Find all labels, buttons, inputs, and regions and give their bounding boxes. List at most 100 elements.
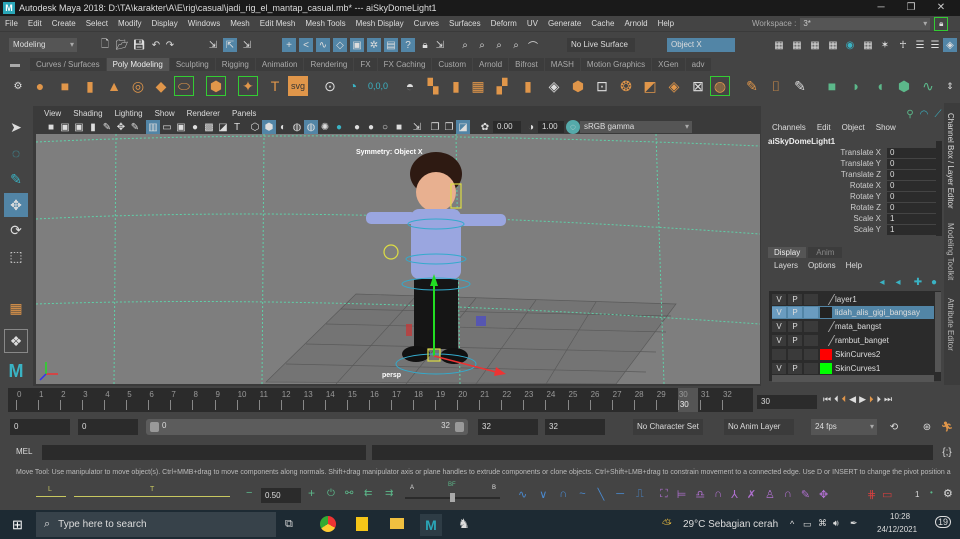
play-forwards-icon[interactable]: ▶	[859, 394, 866, 405]
poly-cone-icon[interactable]: ▲	[104, 76, 124, 96]
insert-edge-loop-icon[interactable]: ⌷	[766, 76, 786, 96]
snap-vertex-icon[interactable]: ✲	[367, 38, 381, 52]
smooth-proxy-icon[interactable]: ◍	[710, 76, 730, 96]
channel-menu-object[interactable]: Object	[842, 123, 865, 132]
boolean-icon[interactable]: ◓	[400, 76, 420, 96]
viewport-menu-view[interactable]: View	[38, 108, 67, 120]
target-weld-icon[interactable]: ⊠	[688, 76, 708, 96]
snap-surface-icon[interactable]: ▣	[350, 38, 364, 52]
side-tab-channel-box[interactable]: Channel Box / Layer Editor	[946, 113, 955, 209]
help-icon[interactable]: ?	[401, 38, 415, 52]
menu-display[interactable]: Display	[147, 19, 183, 28]
channel-menu-edit[interactable]: Edit	[817, 123, 831, 132]
new-scene-icon[interactable]: 🗋	[98, 38, 112, 52]
lasso-tool-icon[interactable]: ◌	[4, 141, 28, 165]
move-cross-icon[interactable]: ✥	[819, 488, 828, 501]
clock-time[interactable]: 10:28	[890, 512, 910, 521]
curve-spline-icon[interactable]: ∿	[518, 488, 527, 501]
scale-tool-icon[interactable]: ⬚	[4, 244, 28, 268]
play-backwards-icon[interactable]: ◀	[849, 394, 856, 405]
curve-arch-icon[interactable]: ∩	[559, 488, 567, 501]
minimize-button[interactable]: ─	[866, 0, 896, 16]
range-end-handle[interactable]	[455, 422, 464, 432]
use-all-lights-icon[interactable]: ✺	[318, 120, 332, 134]
layer-playback-toggle[interactable]: P	[788, 321, 802, 332]
layer-visibility-toggle[interactable]: V	[772, 294, 786, 305]
weather-icon[interactable]: ⛅︎	[662, 517, 672, 532]
layer-color-swatch[interactable]	[816, 294, 836, 305]
menu-modify[interactable]: Modify	[113, 19, 147, 28]
shelf-tab-sculpting[interactable]: Sculpting	[169, 58, 215, 71]
channel-row[interactable]: Scale Y 1	[763, 225, 943, 236]
xray-joints-icon[interactable]: ❐	[442, 120, 456, 134]
poly-cube-icon[interactable]: ■	[55, 76, 75, 96]
settings-gear-icon[interactable]: ⚙	[943, 487, 953, 500]
shelf-tab-curves-surfaces[interactable]: Curves / Surfaces	[30, 58, 106, 71]
workspace-dropdown[interactable]: 3* ▾	[800, 17, 931, 30]
depth-of-field-icon[interactable]: ■	[392, 120, 406, 134]
make-live-icon[interactable]: ⌒	[526, 38, 540, 53]
shelf-menu-icon[interactable]: ▬	[10, 59, 20, 70]
menu-uv[interactable]: UV	[522, 19, 543, 28]
redo-icon[interactable]: ↷	[163, 38, 177, 52]
channel-row[interactable]: Rotate Y 0	[763, 192, 943, 203]
menu-mesh[interactable]: Mesh	[225, 19, 255, 28]
range-start-handle[interactable]	[150, 422, 159, 432]
menu-mesh-tools[interactable]: Mesh Tools	[300, 19, 350, 28]
layer-visibility-toggle[interactable]: V	[772, 363, 786, 374]
select-component-icon[interactable]: ⇲	[240, 38, 254, 52]
playback-start-field[interactable]: 0	[78, 419, 138, 435]
pencil-icon[interactable]: ✎	[801, 488, 810, 501]
bridge-icon[interactable]: ◈	[544, 76, 564, 96]
mel-label[interactable]: MEL	[16, 447, 32, 456]
triangulate-icon[interactable]: ◩	[640, 76, 660, 96]
layer-playback-toggle[interactable]: P	[788, 335, 802, 346]
colorspace-dropdown[interactable]: sRGB gamma ▾	[580, 121, 692, 133]
channel-box-toggle-icon[interactable]: ◈	[943, 38, 957, 52]
channel-box-icon[interactable]: ⚲	[903, 107, 917, 121]
move-tool-icon[interactable]: ✥	[4, 193, 28, 217]
scene-start-field[interactable]: 0	[10, 419, 70, 435]
volume-icon[interactable]: 🔊︎	[833, 518, 839, 529]
constraint-icon-6[interactable]: ✗	[747, 488, 756, 501]
layer-display-type-toggle[interactable]	[804, 321, 818, 332]
shelf-tab-animation[interactable]: Animation	[255, 58, 304, 71]
freeze-transform-icon[interactable]: 0,0,0	[368, 76, 388, 96]
shelf-tab-poly-modeling[interactable]: Poly Modeling	[106, 58, 169, 71]
isolate-select-icon[interactable]: ⇲	[410, 120, 424, 134]
shelf-tab-fx[interactable]: FX	[354, 58, 377, 71]
blend-slider[interactable]	[405, 493, 500, 502]
layer-row[interactable]: V Plidah_alis_gigi_bangsay	[772, 306, 934, 319]
layer-display-type-toggle[interactable]	[804, 349, 818, 360]
light-editor-icon[interactable]: ✶	[878, 38, 892, 52]
layer-list-vertical-scrollbar[interactable]	[935, 292, 941, 372]
channel-row[interactable]: Scale X 1	[763, 214, 943, 225]
curve-step-icon[interactable]: ⎍	[636, 488, 644, 501]
paint-select-tool-icon[interactable]: ✎	[4, 167, 28, 191]
quadrangulate-icon[interactable]: ◈	[664, 76, 684, 96]
close-button[interactable]: ✕	[926, 0, 956, 16]
layer-menu-help[interactable]: Help	[846, 261, 862, 270]
constraint-icon-2[interactable]: ⊨	[677, 488, 687, 501]
new-layer-selected-icon[interactable]: ●	[927, 275, 941, 289]
layer-color-swatch[interactable]	[820, 363, 832, 374]
live-surface-field[interactable]: No Live Surface	[567, 38, 635, 52]
multi-cut-icon[interactable]: ✎	[742, 76, 762, 96]
menu-file[interactable]: File	[0, 19, 23, 28]
fill-hole-icon[interactable]: ❂	[616, 76, 636, 96]
gamma-icon[interactable]: ◑	[524, 120, 538, 134]
shelf-tab-rendering[interactable]: Rendering	[304, 58, 354, 71]
channel-row[interactable]: Rotate Z 0	[763, 203, 943, 214]
menu-cache[interactable]: Cache	[586, 19, 619, 28]
layer-display-type-toggle[interactable]	[804, 307, 818, 318]
channel-value[interactable]: 0	[887, 148, 937, 158]
select-tool-icon[interactable]: ➤	[4, 115, 28, 139]
layout-single-icon[interactable]: ❖	[4, 329, 28, 353]
shelf-tab-custom[interactable]: Custom	[432, 58, 472, 71]
symmetry-dropdown[interactable]: Object X	[667, 38, 735, 52]
menu-create[interactable]: Create	[47, 19, 81, 28]
bookmark-icon[interactable]: ▮	[86, 120, 100, 134]
side-tab-attribute-editor[interactable]: Attribute Editor	[946, 298, 955, 351]
rotate-tool-icon[interactable]: ⟳	[4, 218, 28, 242]
tool-settings-icon[interactable]: ⟋	[931, 107, 945, 121]
